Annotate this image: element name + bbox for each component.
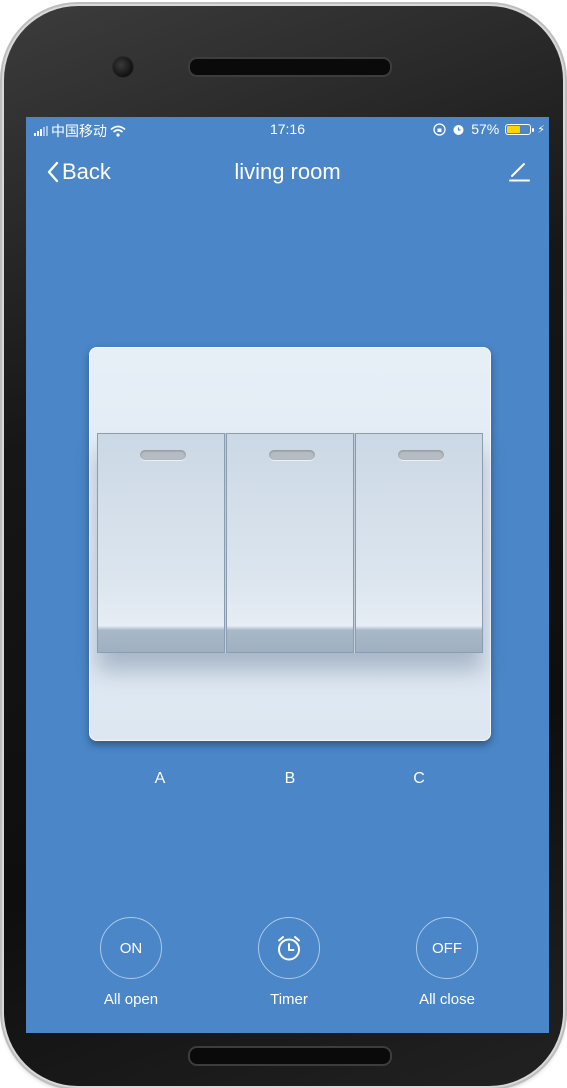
- all-open-button[interactable]: ON All open: [81, 917, 181, 1008]
- bottom-speaker: [188, 1046, 392, 1066]
- switch-label-a: A: [154, 770, 166, 787]
- switch-indicator: [398, 450, 444, 460]
- app-screen: 中国移动 17:16 57% ⚡ Back living room A B C …: [26, 117, 549, 1033]
- page-title: living room: [234, 159, 341, 184]
- alarm-clock-icon: [278, 936, 300, 961]
- switch-key-b[interactable]: [226, 433, 354, 653]
- battery-icon: [505, 123, 535, 135]
- timer-circle: [258, 917, 320, 979]
- earpiece-speaker: [188, 57, 392, 77]
- switch-panel: [97, 433, 483, 653]
- switch-label-b: B: [284, 770, 296, 787]
- switch-label-c: C: [413, 770, 425, 787]
- all-close-button[interactable]: OFF All close: [397, 917, 497, 1008]
- pencil-icon: [509, 163, 530, 182]
- switch-key-c[interactable]: [355, 433, 483, 653]
- timer-button[interactable]: Timer: [239, 917, 339, 1008]
- switch-indicator: [140, 450, 186, 460]
- timer-label: Timer: [270, 991, 308, 1008]
- switch-key-a[interactable]: [97, 433, 225, 653]
- front-camera: [112, 56, 134, 78]
- charging-icon: ⚡: [537, 123, 545, 136]
- orientation-lock-icon: [433, 122, 446, 136]
- all-close-label: All close: [419, 991, 475, 1008]
- on-circle: ON: [100, 917, 162, 979]
- status-bar: 中国移动 17:16 57% ⚡: [26, 117, 549, 141]
- battery-percent: 57%: [471, 121, 500, 137]
- switch-plate: [89, 347, 491, 741]
- switch-indicator: [269, 450, 315, 460]
- battery-fill: [507, 125, 520, 133]
- off-circle: OFF: [416, 917, 478, 979]
- edit-button[interactable]: [507, 159, 531, 188]
- all-open-label: All open: [103, 991, 159, 1008]
- status-right: 57% ⚡: [433, 121, 545, 137]
- nav-bar: Back living room: [26, 151, 549, 195]
- alarm-icon: [453, 124, 464, 135]
